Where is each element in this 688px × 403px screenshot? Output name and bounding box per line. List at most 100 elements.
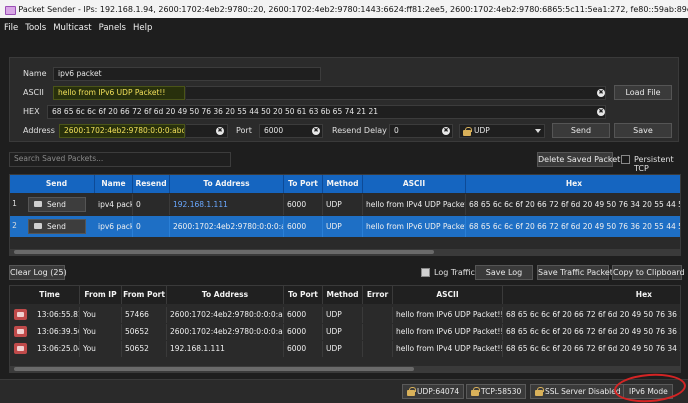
log-ascii: hello from IPv6 UDP Packet!!: [393, 324, 503, 340]
col-method[interactable]: Method: [323, 175, 363, 193]
row-name: ipv4 packet: [95, 194, 133, 215]
col-to-port[interactable]: To Port: [284, 175, 323, 193]
log-row[interactable]: 13:06:25.049 You 50652 192.168.1.111 600…: [10, 341, 680, 357]
log-from-ip: You: [80, 341, 122, 357]
log-port: 6000: [284, 307, 323, 323]
status-bar: UDP:64074 TCP:58530 SSL Server Disabled …: [0, 379, 688, 403]
col-from-ip[interactable]: From IP: [80, 286, 122, 304]
address-clear-icon[interactable]: ✖: [216, 127, 224, 135]
udp-status-button[interactable]: UDP:64074: [402, 384, 465, 399]
log-table-scroll-thumb[interactable]: [14, 367, 414, 371]
log-error: [363, 307, 393, 323]
log-traffic-label: Log Traffic: [434, 268, 475, 277]
log-table-horizontal-scrollbar[interactable]: [10, 366, 680, 372]
log-row[interactable]: 13:06:55.814 You 57466 2600:1702:4eb2:97…: [10, 307, 680, 323]
col-time[interactable]: Time: [20, 286, 80, 304]
col-to-address[interactable]: To Address: [170, 175, 284, 193]
col-resend[interactable]: Resend: [133, 175, 170, 193]
row-ascii: hello from IPv4 UDP Packet!!: [363, 194, 466, 215]
ssl-status-button[interactable]: SSL Server Disabled: [530, 384, 626, 399]
menu-tools[interactable]: Tools: [25, 23, 46, 33]
menu-help[interactable]: Help: [133, 23, 152, 33]
hex-clear-icon[interactable]: ✖: [597, 108, 605, 116]
name-input[interactable]: ipv6 packet: [53, 67, 321, 81]
col-to-address[interactable]: To Address: [167, 286, 284, 304]
row-send-button[interactable]: Send: [28, 197, 86, 212]
col-error[interactable]: Error: [363, 286, 393, 304]
log-error: [363, 341, 393, 357]
send-button[interactable]: Send: [552, 123, 610, 138]
saved-table-scroll-thumb[interactable]: [14, 250, 434, 254]
col-name[interactable]: Name: [95, 175, 133, 193]
save-traffic-packet-button[interactable]: Save Traffic Packet: [537, 265, 613, 280]
resend-clear-icon[interactable]: ✖: [442, 127, 450, 135]
col-ascii[interactable]: ASCII: [363, 175, 466, 193]
log-from-port: 50652: [122, 341, 167, 357]
menu-panels[interactable]: Panels: [99, 23, 126, 33]
tcp-status-button[interactable]: TCP:58530: [466, 384, 527, 399]
col-hex[interactable]: Hex: [503, 286, 680, 304]
row-hex: 68 65 6c 6c 6f 20 66 72 6f 6d 20 49 50 7…: [469, 222, 681, 231]
log-method: UDP: [323, 307, 363, 323]
port-clear-icon[interactable]: ✖: [312, 127, 320, 135]
udp-status-label: UDP:64074: [417, 387, 460, 396]
lock-icon: [407, 387, 416, 396]
load-file-button[interactable]: Load File: [614, 85, 672, 100]
table-row[interactable]: 1 Send ipv4 packet 0 192.168.1.111 6000 …: [10, 194, 680, 215]
persistent-tcp-checkbox[interactable]: [621, 155, 630, 164]
ssl-status-label: SSL Server Disabled: [545, 387, 621, 396]
ascii-input[interactable]: hello from IPv6 UDP Packet!!: [53, 86, 185, 100]
col-hex[interactable]: Hex: [466, 175, 680, 193]
ascii-label: ASCII: [23, 88, 44, 97]
row-method: UDP: [323, 194, 363, 215]
name-label: Name: [23, 69, 47, 78]
save-button[interactable]: Save: [614, 123, 672, 138]
row-address: 2600:1702:4eb2:9780:0:0:0:abcd: [170, 216, 284, 237]
col-from-port[interactable]: From Port: [122, 286, 167, 304]
menu-multicast[interactable]: Multicast: [53, 23, 91, 33]
send-icon: [34, 223, 42, 229]
log-row[interactable]: 13:06:39.565 You 50652 2600:1702:4eb2:97…: [10, 324, 680, 340]
log-from-port: 57466: [122, 307, 167, 323]
protocol-select[interactable]: UDP: [459, 124, 545, 138]
menu-file[interactable]: File: [4, 23, 18, 33]
address-label: Address: [23, 126, 55, 135]
col-send[interactable]: Send: [19, 175, 95, 193]
delete-saved-packet-button[interactable]: Delete Saved Packet: [537, 152, 620, 167]
saved-table-horizontal-scrollbar[interactable]: [10, 249, 680, 255]
row-send-label: Send: [47, 200, 66, 209]
log-port: 6000: [284, 324, 323, 340]
port-label: Port: [236, 126, 252, 135]
persistent-tcp-label: Persistent TCP: [634, 155, 674, 173]
lock-icon: [471, 387, 480, 396]
chevron-down-icon: [535, 129, 541, 133]
col-to-port[interactable]: To Port: [284, 286, 323, 304]
log-method: UDP: [323, 324, 363, 340]
saved-packets-table: Send Name Resend To Address To Port Meth…: [9, 174, 681, 256]
row-send-button[interactable]: Send: [28, 219, 86, 234]
outgoing-packet-icon: [14, 343, 27, 354]
send-icon: [34, 201, 42, 207]
table-row-selected[interactable]: 2 Send ipv6 packet 0 2600:1702:4eb2:9780…: [10, 216, 680, 237]
hex-input[interactable]: 68 65 6c 6c 6f 20 66 72 6f 6d 20 49 50 7…: [47, 105, 606, 119]
outgoing-packet-icon: [14, 326, 27, 337]
row-address: 192.168.1.111: [170, 194, 284, 215]
log-from-port: 50652: [122, 324, 167, 340]
hex-label: HEX: [23, 107, 40, 116]
col-ascii[interactable]: ASCII: [393, 286, 503, 304]
ascii-input-extension[interactable]: [186, 86, 606, 100]
ipv6-mode-button[interactable]: IPv6 Mode: [623, 384, 673, 399]
row-name: ipv6 packet: [95, 216, 133, 237]
row-ascii: hello from IPv6 UDP Packet!!: [363, 216, 466, 237]
ascii-clear-icon[interactable]: ✖: [597, 89, 605, 97]
log-traffic-checkbox[interactable]: [421, 268, 430, 277]
address-input[interactable]: 2600:1702:4eb2:9780:0:0:0:abcd: [59, 124, 185, 138]
col-method[interactable]: Method: [323, 286, 363, 304]
search-saved-packets-input[interactable]: Search Saved Packets...: [9, 152, 231, 167]
log-from-ip: You: [80, 307, 122, 323]
log-time: 13:06:25.049: [34, 341, 80, 357]
clear-log-button[interactable]: Clear Log (25): [9, 265, 67, 280]
copy-to-clipboard-button[interactable]: Copy to Clipboard: [612, 265, 685, 280]
save-log-button[interactable]: Save Log: [475, 265, 533, 280]
log-hex: 68 65 6c 6c 6f 20 66 72 6f 6d 20 49 50 7…: [506, 344, 680, 353]
